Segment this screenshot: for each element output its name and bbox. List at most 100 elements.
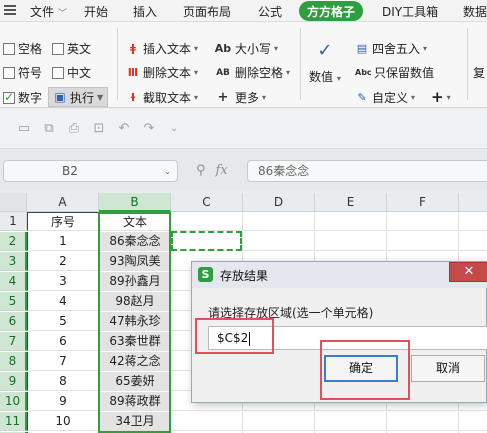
cell-b[interactable]: 47韩永珍 [99, 312, 171, 331]
round-button[interactable]: ▤ 四舍五入 ▾ [355, 40, 427, 57]
cell-b[interactable]: 98赵月 [99, 292, 171, 311]
cell-c[interactable] [171, 212, 243, 231]
print-icon[interactable]: ⎙ [66, 121, 82, 137]
export-icon[interactable]: ⧉ [41, 121, 57, 137]
cell-b[interactable]: 42蒋之念 [99, 352, 171, 371]
extract-text-button[interactable]: Ɨ 截取文本 ▾ [126, 89, 198, 106]
menu-fangfang-tab[interactable]: 方方格子 [299, 1, 364, 21]
column-header-g[interactable] [459, 193, 487, 212]
row-header[interactable]: 6 [0, 312, 27, 331]
hamburger-menu-icon[interactable] [4, 5, 16, 15]
checkbox-chinese[interactable]: 中文 [52, 64, 91, 81]
cell-f[interactable] [387, 212, 459, 231]
chevron-down-icon[interactable]: ﹀ [58, 6, 67, 19]
cell-g[interactable] [459, 212, 487, 231]
insert-text-button[interactable]: ǂ 插入文本 ▾ [126, 40, 198, 57]
cell-a[interactable]: 3 [27, 272, 99, 291]
column-header-f[interactable]: F [387, 193, 459, 212]
cell-g[interactable] [459, 232, 487, 251]
cell-a[interactable]: 9 [27, 392, 99, 411]
row-header[interactable]: 2 [0, 232, 27, 251]
cell-b[interactable]: 93陶凤美 [99, 252, 171, 271]
add-button[interactable]: + ▾ [431, 88, 451, 106]
row-header[interactable]: 9 [0, 372, 27, 391]
cell-b[interactable]: 89孙鑫月 [99, 272, 171, 291]
menu-page-layout[interactable]: 页面布局 [183, 3, 231, 20]
cell-c[interactable] [171, 232, 243, 251]
row-header[interactable]: 1 [0, 212, 27, 231]
cell-a[interactable]: 5 [27, 312, 99, 331]
cell-a[interactable]: 7 [27, 352, 99, 371]
column-header-e[interactable]: E [315, 193, 387, 212]
undo-icon[interactable]: ↶ [116, 121, 132, 137]
checkbox-box[interactable] [3, 66, 15, 79]
customize-toolbar-icon[interactable]: ⌄ [166, 121, 182, 137]
row-header[interactable]: 11 [0, 412, 27, 431]
name-box[interactable]: B2 ⌄ [3, 160, 178, 182]
row-header[interactable]: 10 [0, 392, 27, 411]
cell-b[interactable]: 86秦念念 [99, 232, 171, 251]
row-header[interactable]: 3 [0, 252, 27, 271]
close-button[interactable]: ✕ [449, 262, 487, 282]
cell-a[interactable]: 8 [27, 372, 99, 391]
menu-file[interactable]: 文件 [30, 3, 54, 20]
redo-icon[interactable]: ↷ [141, 121, 157, 137]
cell-b[interactable]: 65姜妍 [99, 372, 171, 391]
cell-a[interactable]: 10 [27, 412, 99, 431]
cell-a[interactable]: 序号 [27, 212, 99, 231]
checkbox-box[interactable] [52, 42, 64, 55]
zoom-icon[interactable]: ⚲ [196, 163, 206, 178]
checkbox-box[interactable] [52, 66, 64, 79]
cell-a[interactable]: 2 [27, 252, 99, 271]
checkbox-number[interactable]: 数字 [3, 89, 42, 106]
cell-f[interactable] [387, 412, 459, 431]
cell-a[interactable]: 1 [27, 232, 99, 251]
column-header-b[interactable]: B [99, 193, 171, 212]
menu-insert[interactable]: 插入 [133, 3, 157, 20]
delete-text-button[interactable]: Ⅲ 删除文本 ▾ [126, 64, 198, 81]
keep-values-button[interactable]: Abc 只保留数值 [355, 64, 434, 81]
checkbox-space[interactable]: 空格 [3, 40, 42, 57]
select-all-corner[interactable] [0, 193, 27, 212]
numeric-button[interactable]: ✓ 数值 ▾ [309, 40, 341, 85]
checkbox-symbol[interactable]: 符号 [3, 64, 42, 81]
copy-button[interactable]: 复 [473, 64, 485, 81]
case-button[interactable]: Ab 大小写 ▾ [214, 40, 278, 57]
row-header[interactable]: 7 [0, 332, 27, 351]
cell-g[interactable] [459, 412, 487, 431]
cell-a[interactable]: 6 [27, 332, 99, 351]
cell-a[interactable]: 4 [27, 292, 99, 311]
save-icon[interactable]: ▭ [16, 121, 32, 137]
fx-icon[interactable]: fx [216, 163, 228, 178]
remove-space-button[interactable]: AB 删除空格 ▾ [214, 64, 290, 81]
more-button[interactable]: + 更多 ▾ [214, 89, 266, 106]
cell-b[interactable]: 34卫月 [99, 412, 171, 431]
cancel-button[interactable]: 取消 [411, 355, 485, 382]
row-header[interactable]: 4 [0, 272, 27, 291]
menu-home[interactable]: 开始 [84, 3, 108, 20]
checkbox-english[interactable]: 英文 [52, 40, 91, 57]
range-input[interactable]: $C$2 [208, 326, 487, 350]
column-header-d[interactable]: D [243, 193, 315, 212]
cell-d[interactable] [243, 212, 315, 231]
cell-b[interactable]: 63秦世群 [99, 332, 171, 351]
cell-f[interactable] [387, 232, 459, 251]
custom-button[interactable]: ✎ 自定义 ▾ [355, 89, 415, 106]
execute-button[interactable]: ▣ 执行 ▼ [48, 87, 109, 107]
row-header[interactable]: 5 [0, 292, 27, 311]
menu-data[interactable]: 数据 [463, 3, 487, 20]
column-header-c[interactable]: C [171, 193, 243, 212]
cell-c[interactable] [171, 412, 243, 431]
cell-e[interactable] [315, 412, 387, 431]
menu-diy-toolbox[interactable]: DIY工具箱 [382, 3, 438, 20]
row-header[interactable]: 8 [0, 352, 27, 371]
cell-b[interactable]: 89蒋政群 [99, 392, 171, 411]
formula-input[interactable]: 86秦念念 [247, 160, 487, 182]
checkbox-box-checked[interactable] [3, 90, 15, 104]
cell-d[interactable] [243, 412, 315, 431]
cell-e[interactable] [315, 212, 387, 231]
cell-e[interactable] [315, 232, 387, 251]
menu-formula[interactable]: 公式 [258, 3, 282, 20]
cell-d[interactable] [243, 232, 315, 251]
ok-button[interactable]: 确定 [324, 355, 398, 382]
